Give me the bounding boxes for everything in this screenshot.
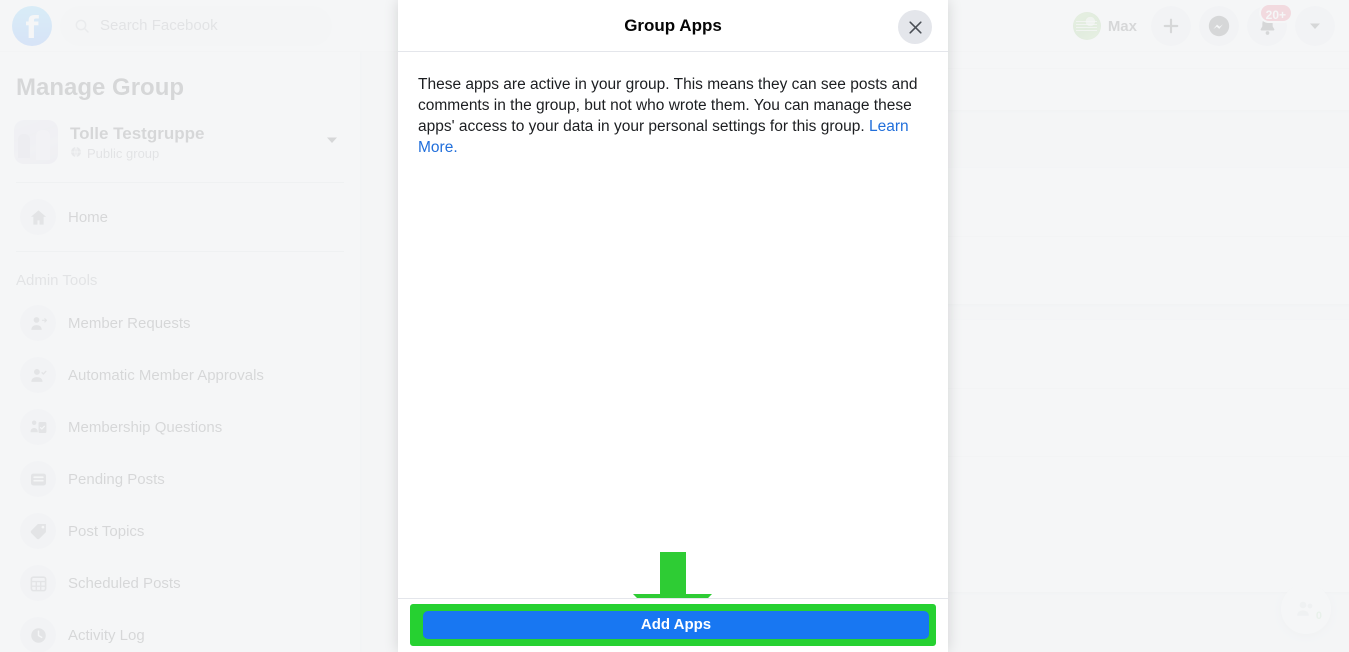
membership-questions-icon xyxy=(20,409,56,445)
chevron-down-icon xyxy=(1310,23,1320,29)
page-title: Manage Group xyxy=(16,74,185,101)
home-icon xyxy=(20,199,56,235)
group-apps-dialog: Group Apps These apps are active in your… xyxy=(398,0,948,652)
group-privacy: Public group xyxy=(87,146,160,161)
search-input[interactable]: Search Facebook xyxy=(60,5,332,46)
members-count: 0 xyxy=(1315,610,1322,622)
notifications-badge: 20+ xyxy=(1258,3,1293,23)
sidebar-item-label: Automatic Member Approvals xyxy=(68,366,264,384)
sidebar-item-label: Activity Log xyxy=(68,626,145,644)
dialog-description: These apps are active in your group. Thi… xyxy=(418,74,928,158)
messenger-icon xyxy=(1208,15,1230,37)
sidebar-item-label: Post Topics xyxy=(68,522,145,540)
sidebar-item-label: Pending Posts xyxy=(68,470,165,488)
sidebar-group-header[interactable]: Tolle Testgruppe Public group xyxy=(0,112,360,174)
sidebar-item-member-requests[interactable]: Member Requests xyxy=(6,297,354,349)
sidebar-item-label: Member Requests xyxy=(68,314,191,332)
chevron-down-icon[interactable] xyxy=(324,132,340,153)
add-apps-button[interactable]: Add Apps xyxy=(423,610,929,639)
group-avatar xyxy=(14,120,58,164)
scheduled-posts-icon xyxy=(20,565,56,601)
divider xyxy=(16,251,344,252)
globe-icon xyxy=(70,146,82,161)
annotation-arrow xyxy=(398,550,948,598)
sidebar-item-activity-log[interactable]: Activity Log xyxy=(6,609,354,652)
plus-icon xyxy=(1163,18,1179,34)
members-fab[interactable]: 0 xyxy=(1281,584,1331,634)
facebook-logo-icon[interactable]: f xyxy=(12,5,52,46)
sidebar-item-label: Scheduled Posts xyxy=(68,574,181,592)
account-menu-button[interactable] xyxy=(1295,6,1335,46)
group-name: Tolle Testgruppe xyxy=(70,124,205,143)
sidebar-item-post-topics[interactable]: Post Topics xyxy=(6,505,354,557)
automatic-approvals-icon xyxy=(20,357,56,393)
notifications-button[interactable]: 20+ xyxy=(1247,3,1293,46)
sidebar-item-scheduled-posts[interactable]: Scheduled Posts xyxy=(6,557,354,609)
dialog-footer: Add Apps xyxy=(398,598,948,652)
top-right-actions: Max 20+ xyxy=(1071,0,1335,52)
sidebar: Manage Group Tolle Testgruppe Public gro… xyxy=(0,52,360,652)
close-button[interactable] xyxy=(898,10,932,44)
search-placeholder: Search Facebook xyxy=(100,17,218,34)
sidebar-item-home[interactable]: Home xyxy=(6,191,354,243)
dialog-description-text: These apps are active in your group. Thi… xyxy=(418,76,918,135)
sidebar-item-automatic-member-approvals[interactable]: Automatic Member Approvals xyxy=(6,349,354,401)
user-name: Max xyxy=(1107,17,1137,35)
post-topics-icon xyxy=(20,513,56,549)
sidebar-item-label: Membership Questions xyxy=(68,418,223,436)
divider xyxy=(16,182,344,183)
user-avatar xyxy=(1072,12,1101,40)
add-apps-highlight: Add Apps xyxy=(410,603,936,646)
messenger-button[interactable] xyxy=(1199,6,1239,46)
close-icon xyxy=(908,20,922,34)
members-icon xyxy=(1297,601,1313,616)
sidebar-item-pending-posts[interactable]: Pending Posts xyxy=(6,453,354,505)
member-requests-icon xyxy=(20,305,56,341)
pending-posts-icon xyxy=(20,461,56,497)
search-icon xyxy=(75,19,89,33)
sidebar-item-membership-questions[interactable]: Membership Questions xyxy=(6,401,354,453)
sidebar-section-label: Admin Tools xyxy=(16,272,98,289)
activity-log-icon xyxy=(20,617,56,652)
green-down-arrow-icon xyxy=(633,552,712,598)
dialog-body: These apps are active in your group. Thi… xyxy=(398,52,948,598)
create-button[interactable] xyxy=(1151,6,1191,46)
screen: 0 Manage Group Tolle Testgruppe Public g… xyxy=(0,0,1349,652)
dialog-title: Group Apps xyxy=(624,15,722,35)
user-menu[interactable]: Max xyxy=(1071,12,1143,40)
sidebar-item-label: Home xyxy=(68,208,109,226)
dialog-header: Group Apps xyxy=(398,0,948,52)
